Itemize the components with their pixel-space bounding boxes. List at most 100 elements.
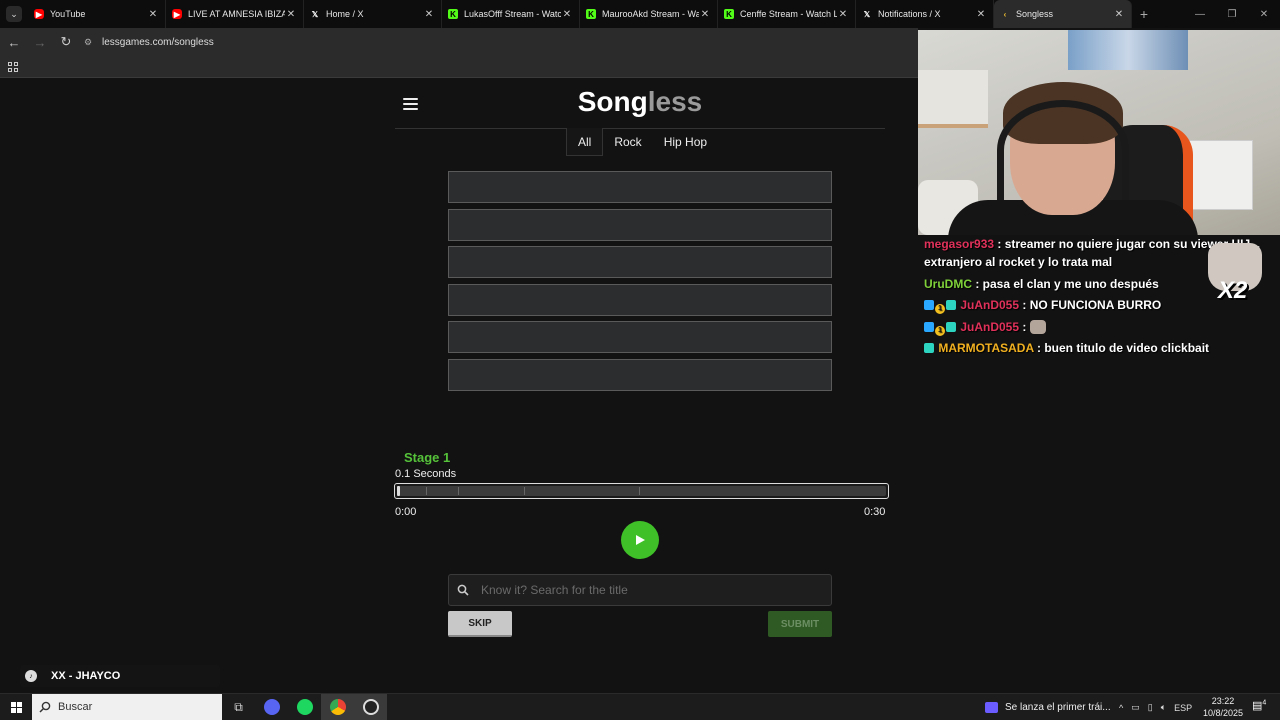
play-icon <box>636 535 645 545</box>
close-icon[interactable]: ✕ <box>147 9 159 20</box>
menu-icon[interactable] <box>403 98 418 110</box>
song-search-box <box>448 574 832 606</box>
kick-icon: K <box>724 9 734 19</box>
tab-x-notifications[interactable]: 𝕏 Notifications / X ✕ <box>856 0 994 28</box>
network-icon[interactable]: ▭ <box>1131 702 1140 713</box>
new-tab-button[interactable]: + <box>1132 0 1156 28</box>
obs-icon[interactable] <box>354 693 387 720</box>
chat-text: : <box>1022 319 1027 334</box>
taskbar-clock[interactable]: 23:22 10/8/2025 <box>1200 695 1246 719</box>
reload-icon[interactable]: ↻ <box>54 30 78 54</box>
close-icon[interactable]: ✕ <box>423 9 435 20</box>
segment-1 <box>397 487 427 495</box>
cat-emote-icon <box>1029 319 1046 334</box>
url-field[interactable]: ⚙ lessgames.com/songless <box>84 31 904 53</box>
close-icon[interactable]: ✕ <box>975 9 987 20</box>
minimize-icon[interactable]: — <box>1184 0 1216 28</box>
close-icon[interactable]: ✕ <box>699 9 711 20</box>
screen: ⌄ ▶ YouTube ✕ ▶ LIVE AT AMNESIA IBIZA | … <box>0 0 1280 720</box>
songless-logo: Songless <box>540 86 740 118</box>
submit-button[interactable]: SUBMIT <box>768 611 832 637</box>
time-end: 0:30 <box>864 506 886 518</box>
song-search-input[interactable] <box>477 583 831 597</box>
close-window-icon[interactable]: ✕ <box>1248 0 1280 28</box>
tab-genre-hip-hop[interactable]: Hip Hop <box>653 128 718 156</box>
tab-x-home[interactable]: 𝕏 Home / X ✕ <box>304 0 442 28</box>
kick-icon: K <box>448 9 458 19</box>
wall-poster <box>1068 30 1188 70</box>
windows-start-icon[interactable] <box>0 694 32 720</box>
chat-text: : NO FUNCIONA BURRO <box>1022 298 1162 312</box>
clock-date: 10/8/2025 <box>1202 708 1244 718</box>
guess-slot <box>448 358 832 391</box>
tab-kick-cenffe[interactable]: K Cenffe Stream - Watch Live on Kick ✕ <box>718 0 856 28</box>
apps-grid-icon[interactable] <box>0 61 26 72</box>
chat-username: megasor933 <box>924 237 995 251</box>
taskbar-search-label: Buscar <box>58 701 93 713</box>
badge-icon <box>924 300 934 310</box>
badge-icon <box>924 321 934 332</box>
stage-label: Stage 1 <box>404 450 451 465</box>
spotify-icon[interactable] <box>288 694 321 720</box>
battery-icon[interactable]: ▯ <box>1148 702 1153 713</box>
audio-progress-bar[interactable] <box>394 483 889 499</box>
tab-songless[interactable]: ‹ Songless ✕ <box>994 0 1132 28</box>
notification-count: 4 <box>1262 699 1267 707</box>
logo-song: Song <box>577 86 648 117</box>
tab-youtube[interactable]: ▶ YouTube ✕ <box>28 0 166 28</box>
language-indicator[interactable]: ESP <box>1174 703 1192 713</box>
segment-4 <box>525 487 640 495</box>
chat-message: MARMOTASADA : buen titulo de video click… <box>918 339 1280 357</box>
tab-genre-all[interactable]: All <box>566 128 604 156</box>
window-controls: — ❐ ✕ <box>1184 0 1280 28</box>
taskbar-search-box[interactable]: Buscar <box>32 693 222 720</box>
skip-button[interactable]: SKIP <box>448 611 512 637</box>
volume-icon[interactable]: 🔈︎ <box>1161 702 1166 713</box>
tab-amnesia[interactable]: ▶ LIVE AT AMNESIA IBIZA | ... ✕ <box>166 0 304 28</box>
chat-username: JuAnD055 <box>960 298 1020 312</box>
segment-2 <box>427 487 459 495</box>
chat-text: : buen titulo de video clickbait <box>1037 341 1210 355</box>
site-info-icon[interactable]: ⚙ <box>84 37 98 48</box>
discord-icon[interactable] <box>255 694 288 720</box>
close-icon[interactable]: ✕ <box>837 9 849 20</box>
news-icon <box>985 702 998 713</box>
close-icon[interactable]: ✕ <box>285 9 297 20</box>
youtube-icon: ▶ <box>34 9 44 19</box>
back-icon[interactable]: ← <box>2 30 26 54</box>
chat-text: : pasa el clan y me uno después <box>975 276 1159 291</box>
windows-taskbar: Buscar ⧉ Se lanza el primer trái... ^ ▭ … <box>0 693 1280 720</box>
address-bar-row: ← → ↻ ⚙ lessgames.com/songless <box>0 28 918 56</box>
music-icon: ♪ <box>25 670 37 682</box>
tab-title: LukasOfff Stream - Watch Live on Kick <box>464 9 561 19</box>
tab-kick-lukas[interactable]: K LukasOfff Stream - Watch Live on Kick … <box>442 0 580 28</box>
news-widget[interactable]: Se lanza el primer trái... <box>985 694 1111 720</box>
youtube-icon: ▶ <box>172 9 182 19</box>
chat-username: MARMOTASADA <box>938 341 1034 355</box>
play-button[interactable] <box>621 521 659 559</box>
restore-icon[interactable]: ❐ <box>1216 0 1248 28</box>
logo-less: less <box>647 86 703 117</box>
tab-title: Cenffe Stream - Watch Live on Kick <box>740 9 837 19</box>
chevron-up-icon[interactable]: ^ <box>1119 703 1123 713</box>
chevron-down-icon: ⌄ <box>6 6 22 22</box>
emote-combo-overlay: X2 <box>1206 235 1264 305</box>
tab-kick-mauroo[interactable]: K MaurooAkd Stream - Watch Live on Kick … <box>580 0 718 28</box>
close-icon[interactable]: ✕ <box>561 9 573 20</box>
bookmarks-bar <box>0 56 918 78</box>
tab-title: LIVE AT AMNESIA IBIZA | ... <box>188 9 285 19</box>
genre-tabs: All Rock Hip Hop <box>566 128 718 156</box>
chrome-icon[interactable] <box>321 693 354 720</box>
system-tray: ^ ▭ ▯ 🔈︎ ESP <box>1115 694 1196 720</box>
lessgames-icon: ‹ <box>1003 9 1007 19</box>
songless-page: Songless All Rock Hip Hop Stage 1 0.1 Se… <box>0 80 918 693</box>
tab-genre-rock[interactable]: Rock <box>603 128 652 156</box>
tab-search-button[interactable]: ⌄ <box>0 0 28 28</box>
kick-icon: K <box>586 9 596 19</box>
news-text: Se lanza el primer trái... <box>1005 702 1111 713</box>
now-playing-widget: ♪ XX - JHAYCO <box>20 665 220 687</box>
notification-center-icon[interactable]: ▤4 <box>1252 699 1266 713</box>
close-icon[interactable]: ✕ <box>1113 9 1125 20</box>
task-view-icon[interactable]: ⧉ <box>222 694 255 720</box>
forward-icon[interactable]: → <box>28 30 52 54</box>
